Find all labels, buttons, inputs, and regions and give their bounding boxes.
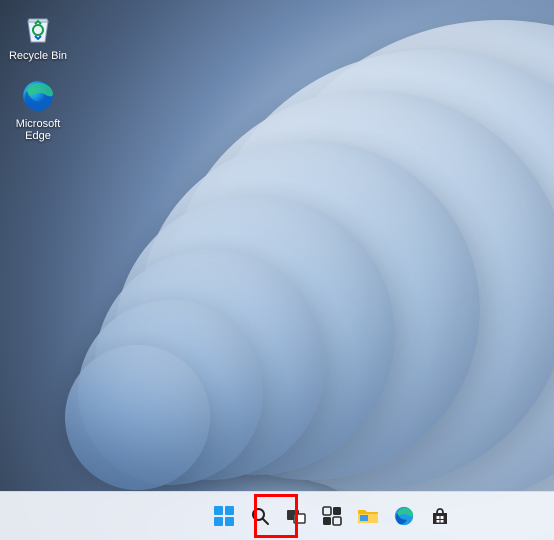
desktop-icon-label: Microsoft Edge: [6, 118, 70, 142]
taskbar-task-view-button[interactable]: [280, 500, 312, 532]
taskbar-search-button[interactable]: [244, 500, 276, 532]
desktop-icons: Recycle Bin Mi: [4, 4, 72, 146]
edge-icon: [393, 505, 415, 527]
desktop-icon-label: Recycle Bin: [6, 50, 70, 62]
start-icon: [213, 505, 235, 527]
file-explorer-icon: [357, 506, 379, 526]
taskbar-store-button[interactable]: [424, 500, 456, 532]
task-view-icon: [286, 506, 306, 526]
desktop-icon-microsoft-edge[interactable]: Microsoft Edge: [4, 72, 72, 146]
edge-icon: [18, 76, 58, 116]
wallpaper: [0, 0, 554, 540]
taskbar: [0, 491, 554, 540]
desktop-icon-recycle-bin[interactable]: Recycle Bin: [4, 4, 72, 66]
widgets-icon: [322, 506, 342, 526]
desktop[interactable]: Recycle Bin Mi: [0, 0, 554, 540]
store-icon: [430, 506, 450, 526]
search-icon: [250, 506, 270, 526]
taskbar-widgets-button[interactable]: [316, 500, 348, 532]
taskbar-start-button[interactable]: [208, 500, 240, 532]
taskbar-edge-button[interactable]: [388, 500, 420, 532]
recycle-bin-icon: [18, 8, 58, 48]
taskbar-file-explorer-button[interactable]: [352, 500, 384, 532]
